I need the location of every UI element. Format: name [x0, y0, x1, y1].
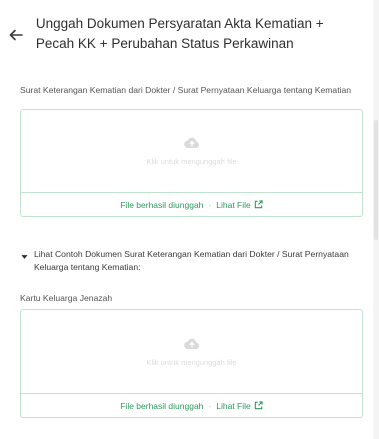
section-label-family-card: Kartu Keluarga Jenazah [20, 293, 113, 303]
example-document-label: Lihat Contoh Dokumen Surat Keterangan Ke… [33, 249, 349, 272]
caret-down-icon [21, 255, 28, 259]
upload-dropzone[interactable]: Klik untuk mengunggah file [21, 110, 362, 192]
view-file-link[interactable]: Lihat File [216, 200, 263, 210]
example-document-toggle[interactable]: Lihat Contoh Dokumen Surat Keterangan Ke… [21, 248, 361, 273]
arrow-left-icon [9, 29, 23, 41]
upload-status-text: File berhasil diunggah [120, 400, 204, 411]
upload-status-text: File berhasil diunggah [120, 199, 204, 210]
scrollbar[interactable] [373, 0, 379, 439]
upload-status-bar: File berhasil diunggah · Lihat File [21, 192, 362, 216]
page-title: Unggah Dokumen Persyaratan Akta Kematian… [35, 16, 324, 51]
status-separator: · [208, 199, 212, 210]
upload-status-bar: File berhasil diunggah · Lihat File [21, 393, 362, 417]
upload-dropzone[interactable]: Klik untuk mengunggah file [21, 310, 362, 393]
upload-box-death-certificate: Klik untuk mengunggah file File berhasil… [20, 109, 363, 217]
external-link-icon [254, 401, 263, 410]
view-file-link[interactable]: Lihat File [216, 401, 263, 411]
section-label-death-certificate: Surat Keterangan Kematian dari Dokter / … [20, 85, 352, 95]
cloud-upload-icon [183, 137, 199, 149]
upload-box-family-card: Klik untuk mengunggah file File berhasil… [20, 309, 363, 418]
document-upload-screen: Unggah Dokumen Persyaratan Akta Kematian… [0, 0, 379, 439]
cloud-upload-icon [183, 338, 199, 349]
back-button[interactable] [6, 25, 26, 45]
view-file-label: Lihat File [216, 400, 251, 411]
page-header: Unggah Dokumen Persyaratan Akta Kematian… [6, 14, 356, 54]
upload-hint: Klik untuk mengunggah file [146, 357, 237, 367]
status-separator: · [208, 400, 212, 411]
upload-hint: Klik untuk mengunggah file [146, 157, 237, 166]
external-link-icon [254, 200, 263, 209]
scrollbar-thumb[interactable] [374, 120, 378, 240]
view-file-label: Lihat File [216, 199, 251, 210]
